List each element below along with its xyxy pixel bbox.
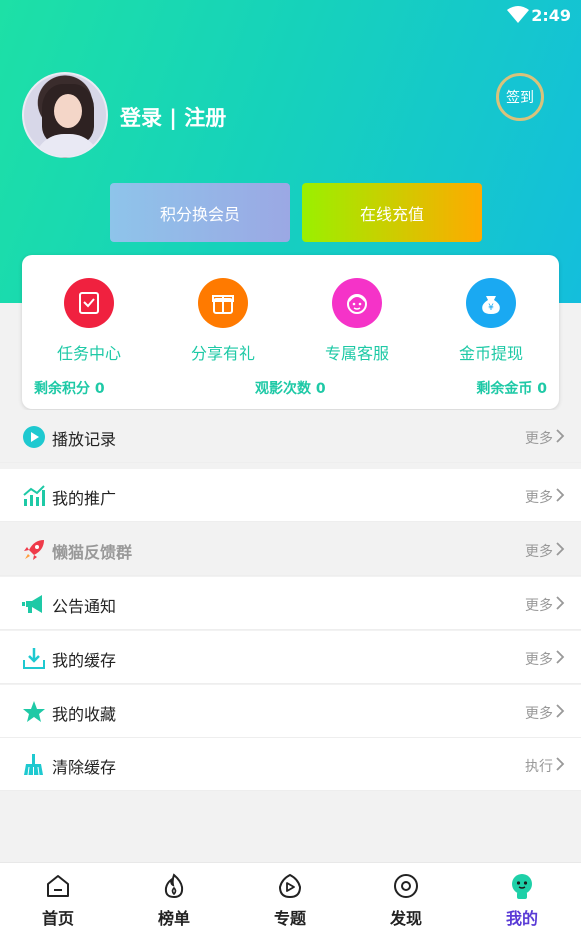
status-time: 2:49	[531, 6, 571, 25]
tab-rankings[interactable]: 榜单	[134, 873, 214, 929]
menu-announcements[interactable]: 公告通知 更多	[0, 577, 581, 630]
task-icon	[64, 278, 114, 328]
tab-label: 专题	[273, 909, 306, 928]
broom-icon	[22, 753, 46, 777]
execute-link[interactable]: 执行	[525, 756, 553, 776]
menu-label: 播放记录	[52, 430, 117, 449]
more-link[interactable]: 更多	[525, 649, 553, 669]
rocket-icon	[22, 538, 46, 562]
more-link[interactable]: 更多	[525, 428, 553, 448]
chevron-right-icon	[555, 487, 565, 507]
chevron-right-icon	[555, 756, 565, 776]
points-exchange-button[interactable]: 积分换会员	[110, 183, 290, 242]
wifi-icon	[507, 6, 529, 28]
download-icon	[22, 646, 46, 670]
money-bag-icon: ¥	[466, 278, 516, 328]
menu-my-promotion[interactable]: 我的推广 更多	[0, 469, 581, 522]
feature-label: 任务中心	[56, 344, 121, 363]
more-link[interactable]: 更多	[525, 703, 553, 723]
login-register-link[interactable]: 登录 | 注册	[120, 102, 226, 132]
star-icon	[22, 700, 46, 724]
bottom-tab-bar: 首页 榜单 专题 发现 我的	[0, 862, 581, 930]
feature-card: 任务中心 分享有礼 专属客服 ¥ 金币提现 剩余积分 0 观影次数 0 剩余金币…	[22, 255, 559, 409]
feature-customer-service[interactable]: 专属客服	[302, 278, 412, 364]
megaphone-icon	[22, 592, 46, 616]
feature-coin-withdraw[interactable]: ¥ 金币提现	[436, 278, 546, 364]
menu-my-cache[interactable]: 我的缓存 更多	[0, 631, 581, 684]
chart-icon	[22, 484, 46, 508]
chevron-right-icon	[555, 428, 565, 448]
view-count: 观影次数 0	[255, 381, 326, 397]
menu-label: 我的推广	[52, 489, 117, 508]
feature-label: 金币提现	[458, 344, 523, 363]
remaining-points: 剩余积分 0	[34, 381, 105, 397]
tab-label: 我的	[505, 909, 538, 928]
feature-task-center[interactable]: 任务中心	[34, 278, 144, 364]
menu-label: 清除缓存	[52, 758, 117, 777]
status-bar: 2:49	[0, 0, 581, 30]
menu-label: 我的收藏	[52, 705, 117, 724]
chevron-right-icon	[555, 541, 565, 561]
flame-icon	[161, 873, 187, 903]
menu-label: 我的缓存	[52, 651, 117, 670]
feature-label: 专属客服	[324, 344, 389, 363]
chevron-right-icon	[555, 703, 565, 723]
home-icon	[45, 875, 71, 903]
service-icon	[332, 278, 382, 328]
menu-clear-cache[interactable]: 清除缓存 执行	[0, 738, 581, 791]
tab-topics[interactable]: 专题	[250, 873, 330, 929]
profile-icon	[509, 874, 535, 903]
svg-text:¥: ¥	[488, 303, 494, 313]
feature-share-gift[interactable]: 分享有礼	[168, 278, 278, 364]
tab-discover[interactable]: 发现	[366, 873, 446, 929]
more-link[interactable]: 更多	[525, 595, 553, 615]
menu-play-history[interactable]: 播放记录 更多	[0, 410, 581, 463]
tab-home[interactable]: 首页	[18, 873, 98, 929]
menu-label: 公告通知	[52, 597, 117, 616]
tab-label: 榜单	[157, 909, 190, 928]
topic-play-icon	[277, 873, 303, 903]
tab-label: 发现	[389, 909, 422, 928]
menu-label: 懒猫反馈群	[52, 543, 133, 562]
more-link[interactable]: 更多	[525, 487, 553, 507]
chevron-right-icon	[555, 649, 565, 669]
signin-button[interactable]: 签到	[496, 73, 544, 121]
online-recharge-button[interactable]: 在线充值	[302, 183, 482, 242]
chevron-right-icon	[555, 595, 565, 615]
discover-icon	[393, 874, 419, 903]
gift-icon	[198, 278, 248, 328]
tab-mine[interactable]: 我的	[482, 873, 562, 929]
menu-my-favorites[interactable]: 我的收藏 更多	[0, 685, 581, 738]
tab-label: 首页	[41, 909, 74, 928]
avatar[interactable]	[22, 72, 108, 158]
remaining-coins: 剩余金币 0	[476, 381, 547, 397]
play-icon	[22, 425, 46, 449]
feature-label: 分享有礼	[190, 344, 255, 363]
menu-feedback-group[interactable]: 懒猫反馈群 更多	[0, 523, 581, 576]
more-link[interactable]: 更多	[525, 541, 553, 561]
